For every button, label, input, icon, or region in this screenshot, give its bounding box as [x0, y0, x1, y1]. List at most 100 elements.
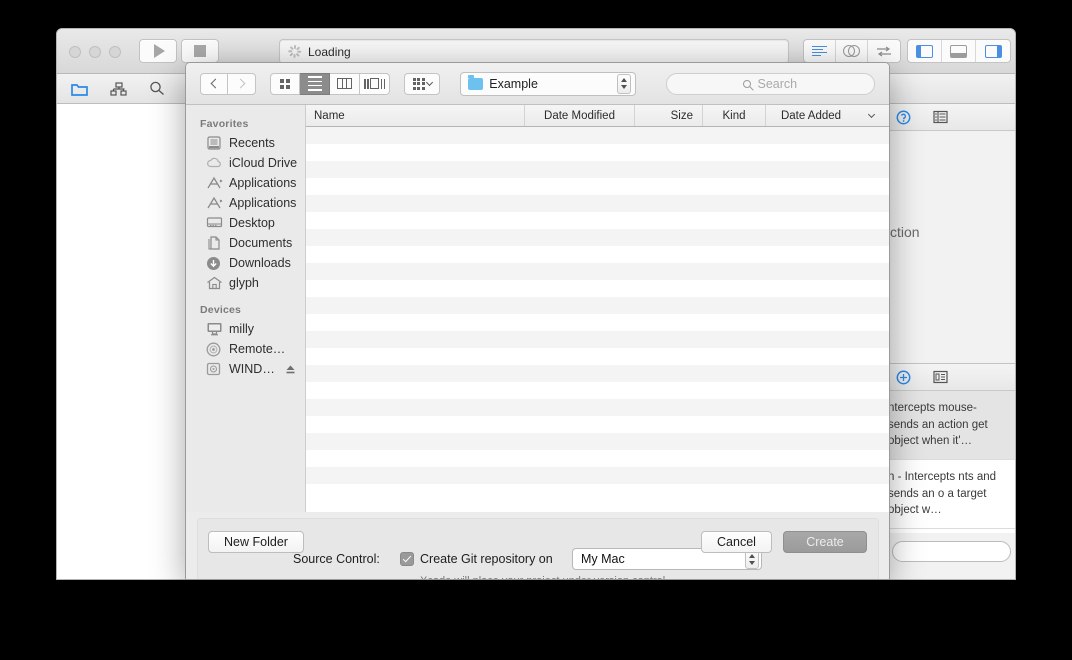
sidebar-item-remote-disc[interactable]: Remote… [186, 339, 305, 359]
documents-icon [206, 236, 222, 250]
table-row[interactable] [306, 348, 889, 365]
coverflow-view-button[interactable] [360, 72, 390, 95]
home-icon [206, 276, 222, 290]
folder-icon[interactable] [71, 82, 88, 96]
sidebar-item-icloud-drive[interactable]: iCloud Drive [186, 153, 305, 173]
sidebar-item-milly[interactable]: milly [186, 319, 305, 339]
table-row[interactable] [306, 246, 889, 263]
current-folder-label: Example [489, 76, 538, 91]
table-row[interactable] [306, 297, 889, 314]
minimize-window-button[interactable] [89, 46, 101, 58]
arrange-button[interactable] [404, 72, 441, 95]
column-header-date-added[interactable]: Date Added [766, 105, 889, 126]
inspector-selector-bar [888, 104, 1015, 131]
utilities-pane-icon [984, 44, 1002, 58]
sidebar-item-label: Documents [229, 236, 293, 250]
close-window-button[interactable] [69, 46, 81, 58]
stop-button[interactable] [181, 39, 219, 63]
table-row[interactable] [306, 433, 889, 450]
coverflow-icon [364, 78, 385, 89]
sidebar-item-documents[interactable]: Documents [186, 233, 305, 253]
library-selector-bar [888, 363, 1015, 391]
table-row[interactable] [306, 280, 889, 297]
library-filter-input[interactable] [892, 541, 1011, 562]
zoom-window-button[interactable] [109, 46, 121, 58]
downloads-icon [206, 256, 222, 270]
assistant-editor-icon[interactable] [836, 40, 868, 62]
table-row[interactable] [306, 467, 889, 484]
table-row[interactable] [306, 484, 889, 501]
search-input[interactable]: Search [665, 72, 875, 95]
table-row[interactable] [306, 161, 889, 178]
column-header-name[interactable]: Name [306, 105, 525, 126]
hierarchy-icon[interactable] [110, 81, 127, 96]
column-view-button[interactable] [330, 72, 360, 95]
list-view-button[interactable] [300, 72, 330, 95]
folder-stepper[interactable] [616, 73, 631, 94]
current-folder-popup[interactable]: Example [460, 71, 636, 96]
list-item[interactable]: ct Button - Intercepts vents and sends a… [888, 529, 1015, 533]
file-template-library-icon[interactable] [896, 370, 911, 385]
search-icon[interactable] [149, 81, 165, 96]
table-row[interactable] [306, 314, 889, 331]
quick-help-icon[interactable] [896, 110, 911, 125]
column-header-size[interactable]: Size [635, 105, 703, 126]
table-row[interactable] [306, 416, 889, 433]
sidebar-item-label: Downloads [229, 256, 291, 270]
chevron-right-icon [235, 78, 246, 89]
applications-icon [206, 176, 223, 190]
list-item[interactable]: ntercepts mouse- sends an action get obj… [888, 391, 1015, 461]
toggle-debug-button[interactable] [942, 40, 976, 62]
eject-icon[interactable] [285, 364, 296, 378]
sidebar-item-label: Applications [229, 196, 297, 210]
navigation-buttons [200, 72, 256, 95]
table-row[interactable] [306, 399, 889, 416]
debug-pane-icon [950, 44, 967, 58]
file-inspector-icon[interactable] [933, 110, 948, 124]
table-row[interactable] [306, 229, 889, 246]
stop-icon [194, 45, 206, 57]
sidebar-item-recents[interactable]: Recents [186, 133, 305, 153]
sidebar-item-glyph[interactable]: glyph [186, 273, 305, 293]
table-row[interactable] [306, 178, 889, 195]
create-button[interactable]: Create [783, 531, 867, 553]
table-row[interactable] [306, 144, 889, 161]
sidebar-item-applications[interactable]: Applications [186, 173, 305, 193]
back-button[interactable] [200, 72, 228, 95]
list-icon [307, 76, 322, 91]
file-list[interactable]: Name Date Modified Size Kind Date Added [306, 105, 889, 512]
new-folder-button[interactable]: New Folder [208, 531, 304, 553]
sidebar-item-downloads[interactable]: Downloads [186, 253, 305, 273]
loading-spinner-icon [288, 45, 302, 58]
forward-button[interactable] [228, 72, 256, 95]
dialog-footer: New Folder Cancel Create [186, 521, 889, 579]
run-button[interactable] [139, 39, 177, 63]
recents-icon [206, 136, 222, 150]
table-row[interactable] [306, 195, 889, 212]
standard-editor-icon[interactable] [804, 40, 836, 62]
table-row[interactable] [306, 212, 889, 229]
version-editor-icon[interactable] [868, 40, 900, 62]
list-item[interactable]: n - Intercepts nts and sends an o a targ… [888, 460, 1015, 530]
table-row[interactable] [306, 365, 889, 382]
sidebar-section-devices: Devices [200, 304, 242, 316]
table-row[interactable] [306, 382, 889, 399]
table-row[interactable] [306, 263, 889, 280]
column-header-date-modified[interactable]: Date Modified [525, 105, 635, 126]
toggle-utilities-button[interactable] [976, 40, 1010, 62]
sidebar-item-label: Recents [229, 136, 275, 150]
editor-mode-group [803, 39, 901, 63]
toggle-navigator-button[interactable] [908, 40, 942, 62]
table-row[interactable] [306, 450, 889, 467]
table-row[interactable] [306, 127, 889, 144]
column-header-kind[interactable]: Kind [703, 105, 766, 126]
object-library-icon[interactable] [933, 370, 948, 384]
cancel-button[interactable]: Cancel [701, 531, 772, 553]
table-row[interactable] [306, 331, 889, 348]
sidebar-item-applications-2[interactable]: Applications [186, 193, 305, 213]
object-library-list[interactable]: ntercepts mouse- sends an action get obj… [888, 391, 1015, 533]
icon-view-button[interactable] [270, 72, 300, 95]
sidebar-item-windows-drive[interactable]: WIND… [186, 359, 305, 379]
file-list-rows [306, 127, 889, 501]
sidebar-item-desktop[interactable]: Desktop [186, 213, 305, 233]
